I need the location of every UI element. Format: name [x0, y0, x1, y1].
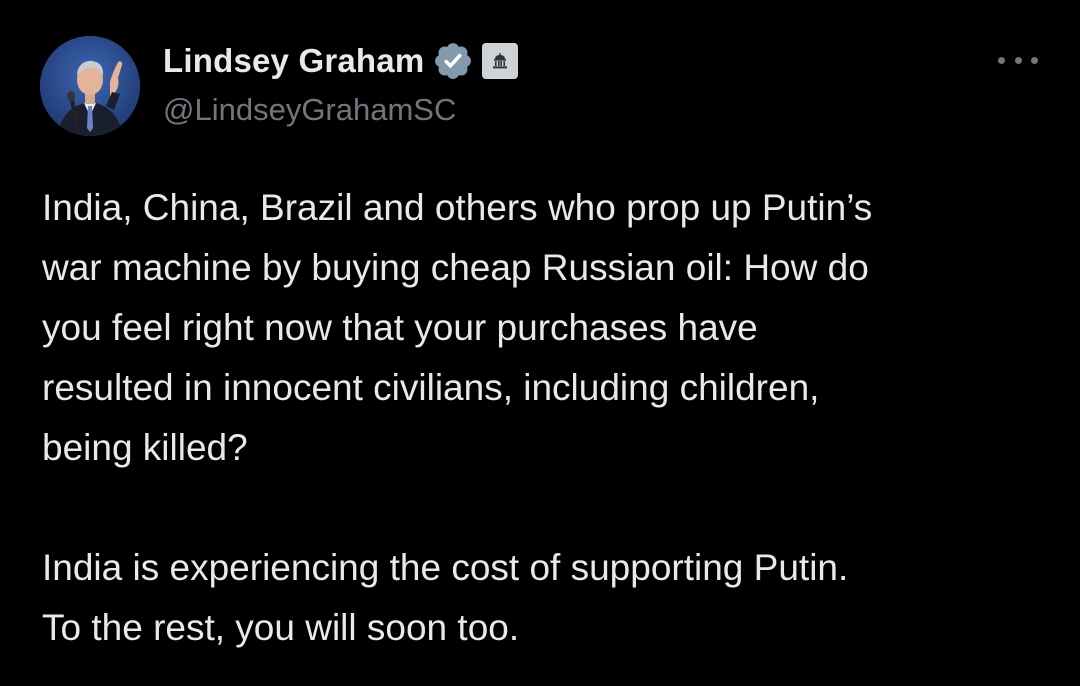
avatar[interactable] [40, 36, 140, 136]
more-horizontal-icon [1031, 56, 1038, 64]
text-line: India is experiencing the cost of suppor… [42, 547, 849, 588]
name-row: Lindsey Graham [163, 38, 519, 84]
tweet-header: Lindsey Graham @LindseyGrahamSC [163, 38, 519, 138]
tweet-paragraph: India, China, Brazil and others who prop… [42, 178, 1052, 478]
tweet-paragraph: India is experiencing the cost of suppor… [42, 538, 1052, 658]
government-building-icon[interactable] [482, 43, 519, 79]
user-handle[interactable]: @LindseyGrahamSC [163, 92, 518, 128]
more-horizontal-icon [998, 56, 1005, 64]
more-options-button[interactable] [998, 48, 1038, 72]
tweet-card: Lindsey Graham @LindseyGrahamSC India, C… [0, 0, 1080, 686]
tweet-text: India, China, Brazil and others who prop… [42, 178, 1052, 658]
profile-photo [40, 36, 140, 136]
more-horizontal-icon [1014, 56, 1022, 64]
text-line: resulted in innocent civilians, includin… [42, 367, 820, 408]
text-line: India, China, Brazil and others who prop… [42, 187, 873, 228]
verified-badge-icon[interactable] [432, 40, 474, 82]
display-name[interactable]: Lindsey Graham [163, 42, 424, 80]
text-line: being killed? [42, 427, 248, 468]
text-line: To the rest, you will soon too. [42, 607, 520, 648]
text-line: you feel right now that your purchases h… [42, 307, 758, 348]
text-line: war machine by buying cheap Russian oil:… [42, 247, 869, 288]
